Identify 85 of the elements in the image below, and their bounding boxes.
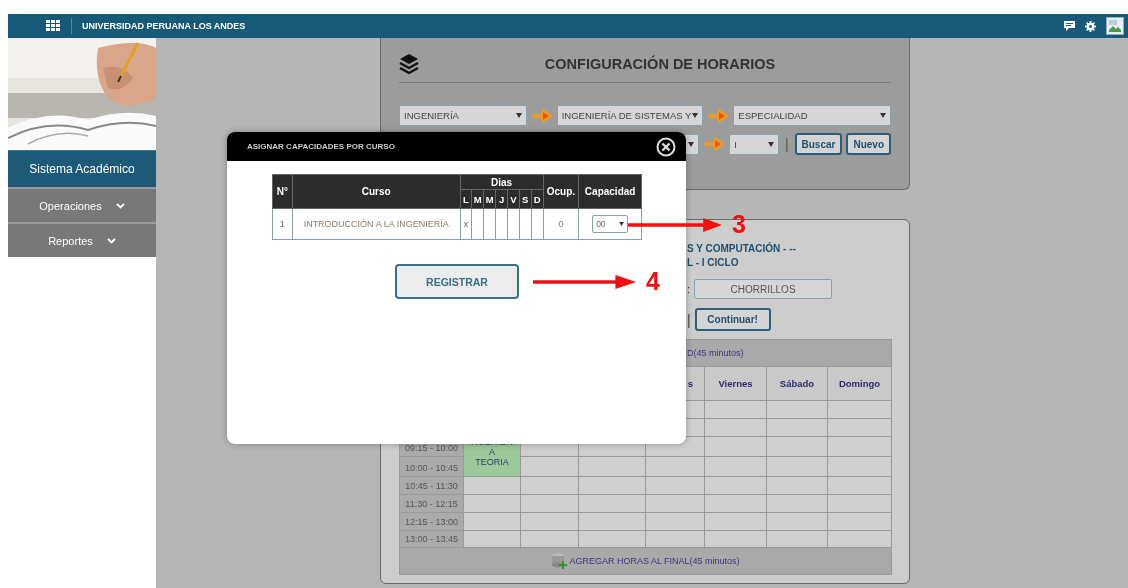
caret-icon (688, 141, 695, 147)
column-header: N° (272, 174, 293, 209)
layers-icon (399, 53, 419, 75)
column-header: Capacidad (578, 174, 642, 209)
time-cell: 13:00 - 13:45 (400, 530, 463, 547)
sidebar-header: Sistema Académico (8, 150, 156, 187)
column-header: Viernes (704, 366, 766, 400)
dropdown[interactable]: INGENIERÍA DE SISTEMAS Y (556, 105, 704, 126)
university-name: UNIVERSIDAD PERUANA LOS ANDES (82, 21, 246, 31)
table-cell (766, 512, 827, 530)
panel-title: CONFIGURACIÓN DE HORARIOS (543, 56, 777, 72)
table-cell (766, 436, 827, 456)
sidebar-item[interactable]: Reportes (8, 222, 156, 257)
chevron-icon (115, 202, 125, 209)
table-cell (766, 456, 827, 476)
annotation-number: 3 (732, 210, 746, 239)
table-cell (578, 476, 645, 494)
table-cell: 1 (272, 208, 293, 240)
table-cell (704, 436, 766, 456)
table-cell (766, 418, 827, 436)
table-cell (520, 512, 578, 530)
annotation-number: 4 (646, 267, 660, 296)
table-cell (463, 512, 520, 530)
chat-icon[interactable] (1064, 21, 1075, 31)
column-header: Ocup. (543, 174, 579, 209)
column-header: Curso (292, 174, 461, 209)
broken-image-icon[interactable] (1106, 17, 1124, 35)
table-cell (645, 456, 704, 476)
action-button[interactable]: Nuevo (846, 133, 891, 155)
capacity-dropdown[interactable]: 00 (592, 215, 629, 233)
table-cell (578, 512, 645, 530)
time-cell: 12:15 - 13:00 (400, 512, 463, 530)
dropdown[interactable]: I (729, 133, 779, 155)
dropdown[interactable]: ESPECIALIDAD (733, 105, 891, 126)
table-cell (704, 512, 766, 530)
time-cell: 10:45 - 11:30 (400, 476, 463, 494)
sidebar-item[interactable]: Operaciones (8, 187, 156, 222)
database-add-icon (551, 553, 568, 569)
action-button[interactable]: Buscar (794, 133, 843, 155)
dialog-title: ASIGNAR CAPACIDADES POR CURSO (247, 142, 395, 151)
table-cell (645, 476, 704, 494)
table-cell: x (460, 208, 472, 240)
table-cell (704, 494, 766, 512)
chevron-icon (106, 237, 116, 244)
dropdown[interactable]: INGENIERÍA (399, 105, 527, 126)
caret-icon (619, 222, 625, 226)
location-field[interactable]: CHORRILLOS (694, 279, 833, 299)
column-header: L (460, 189, 472, 209)
add-hours-link[interactable]: D(45 minutos) (687, 348, 744, 358)
table-cell (704, 476, 766, 494)
continue-button[interactable]: Continuar! (694, 308, 771, 331)
arrow-icon (530, 107, 553, 124)
table-cell (704, 456, 766, 476)
schedule-heading: S Y COMPUTACIÓN - -- (687, 242, 797, 256)
table-cell (766, 494, 827, 512)
time-cell: 10:00 - 10:45 (400, 456, 463, 476)
table-cell (645, 494, 704, 512)
field-label: : (687, 283, 691, 295)
table-cell: INTRODUCCIÓN A LA INGENIERÍA (292, 208, 461, 240)
caret-icon (767, 141, 774, 147)
schedule-heading: L - I CICLO (687, 256, 740, 270)
caret-icon (880, 113, 886, 118)
column-header: Sábado (766, 366, 827, 400)
table-cell: 0 (543, 208, 579, 240)
table-cell (578, 494, 645, 512)
table-cell (520, 494, 578, 512)
apps-grid-icon[interactable] (46, 20, 61, 32)
caret-icon (515, 113, 522, 118)
table-cell (645, 512, 704, 530)
caret-icon (692, 113, 699, 118)
column-header: Dias (460, 174, 543, 190)
separator: | (784, 136, 789, 152)
table-cell (766, 476, 827, 494)
column-header: Domingo (827, 366, 891, 400)
table-cell (463, 494, 520, 512)
arrow-icon (707, 107, 730, 124)
table-cell (520, 476, 578, 494)
table-cell (766, 400, 827, 418)
settings-icon[interactable] (1085, 20, 1096, 32)
arrow-icon (703, 136, 726, 152)
separator: | (687, 311, 691, 328)
close-icon[interactable] (656, 136, 676, 157)
table-cell (578, 456, 645, 476)
time-cell: 11:30 - 12:15 (400, 494, 463, 512)
register-button[interactable]: REGISTRAR (395, 264, 519, 299)
